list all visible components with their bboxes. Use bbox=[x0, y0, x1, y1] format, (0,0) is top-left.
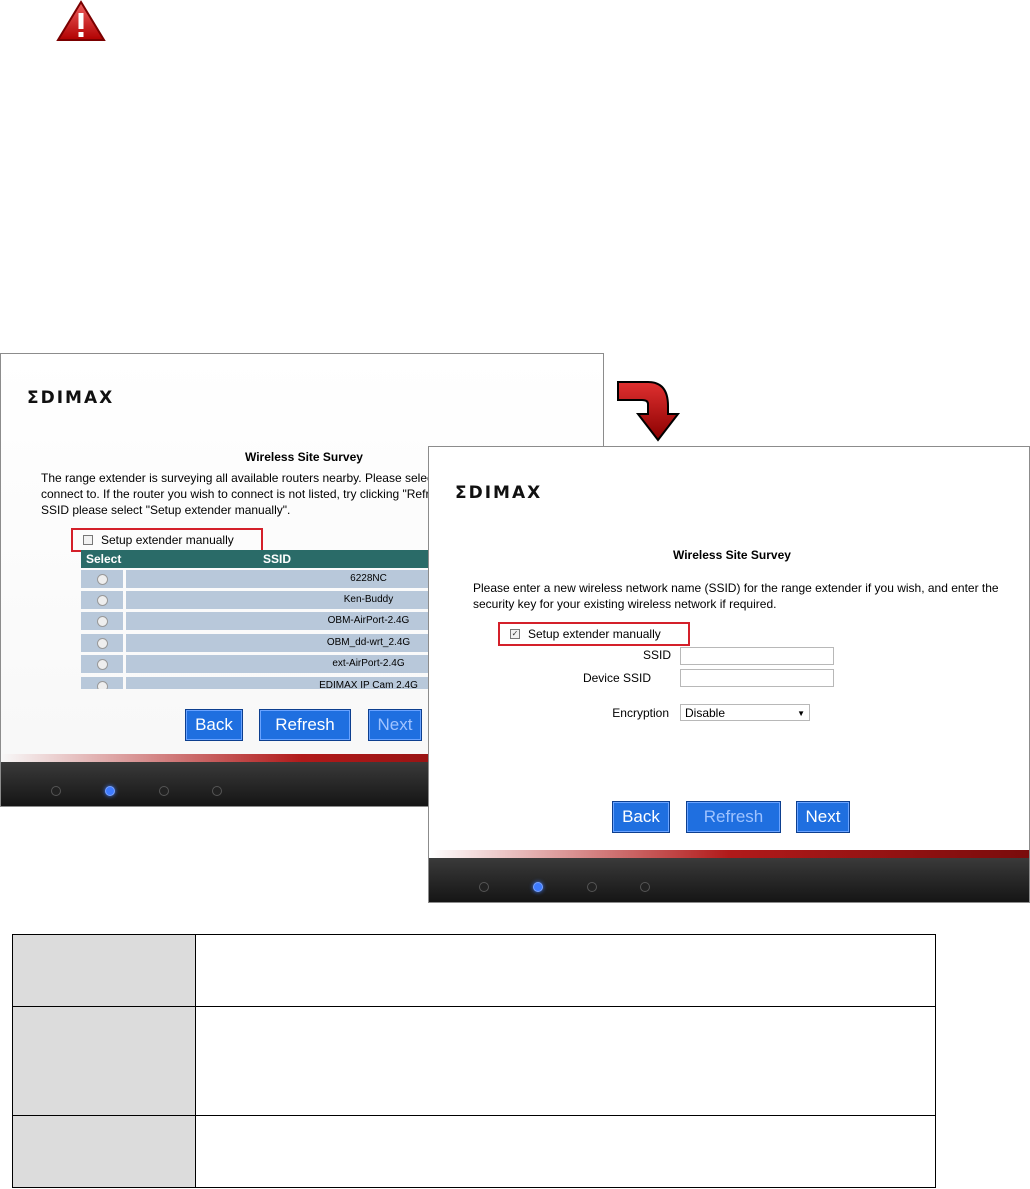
row-radio[interactable] bbox=[97, 616, 108, 627]
table-row bbox=[12, 934, 936, 1007]
back-button[interactable]: Back bbox=[612, 801, 670, 833]
status-led bbox=[159, 786, 169, 796]
column-ssid: SSID bbox=[263, 552, 292, 566]
encryption-select[interactable]: Disable ▼ bbox=[680, 704, 810, 721]
status-led-active bbox=[533, 882, 543, 892]
page-title: Wireless Site Survey bbox=[245, 450, 363, 464]
encryption-label: Encryption bbox=[612, 706, 669, 720]
row-radio[interactable] bbox=[97, 681, 108, 689]
next-button[interactable]: Next bbox=[368, 709, 422, 741]
status-led bbox=[640, 882, 650, 892]
refresh-button[interactable]: Refresh bbox=[259, 709, 351, 741]
device-footer bbox=[429, 858, 1029, 902]
warning-icon bbox=[56, 0, 106, 41]
device-ssid-label: Device SSID bbox=[582, 671, 651, 685]
status-led-active bbox=[105, 786, 115, 796]
page-title: Wireless Site Survey bbox=[673, 548, 791, 562]
site-survey-screen-right: ΣDIMAX Wireless Site Survey Please enter… bbox=[428, 446, 1030, 903]
table-key-cell bbox=[12, 1006, 196, 1116]
status-led bbox=[51, 786, 61, 796]
chevron-down-icon: ▼ bbox=[797, 709, 805, 718]
ssid-input[interactable] bbox=[680, 647, 834, 665]
row-radio[interactable] bbox=[97, 638, 108, 649]
table-value-cell bbox=[195, 1115, 936, 1188]
table-value-cell bbox=[195, 1006, 936, 1116]
setup-manually-checkbox[interactable]: ✓ bbox=[510, 629, 520, 639]
status-led bbox=[212, 786, 222, 796]
row-radio[interactable] bbox=[97, 574, 108, 585]
edimax-logo: ΣDIMAX bbox=[27, 388, 115, 408]
table-key-cell bbox=[12, 934, 196, 1007]
footer-accent bbox=[429, 850, 1029, 858]
status-led bbox=[479, 882, 489, 892]
back-button[interactable]: Back bbox=[185, 709, 243, 741]
next-button[interactable]: Next bbox=[796, 801, 850, 833]
refresh-button[interactable]: Refresh bbox=[686, 801, 781, 833]
setup-manually-checkbox[interactable] bbox=[83, 535, 93, 545]
row-radio[interactable] bbox=[97, 595, 108, 606]
setup-manually-label: Setup extender manually bbox=[101, 533, 234, 547]
description-table bbox=[12, 934, 936, 1188]
table-value-cell bbox=[195, 934, 936, 1007]
setup-manually-label: Setup extender manually bbox=[528, 627, 661, 641]
status-led bbox=[587, 882, 597, 892]
survey-description: Please enter a new wireless network name… bbox=[473, 581, 999, 611]
setup-manually-highlight: Setup extender manually bbox=[71, 528, 263, 552]
device-ssid-input[interactable] bbox=[680, 669, 834, 687]
setup-manually-highlight: ✓ Setup extender manually bbox=[498, 622, 690, 646]
column-select: Select bbox=[86, 552, 122, 566]
table-row bbox=[12, 1006, 936, 1116]
row-radio[interactable] bbox=[97, 659, 108, 670]
ssid-label: SSID bbox=[642, 648, 671, 662]
table-row bbox=[12, 1115, 936, 1188]
edimax-logo: ΣDIMAX bbox=[455, 483, 543, 503]
table-key-cell bbox=[12, 1115, 196, 1188]
arrow-down-curved-icon bbox=[617, 381, 681, 442]
